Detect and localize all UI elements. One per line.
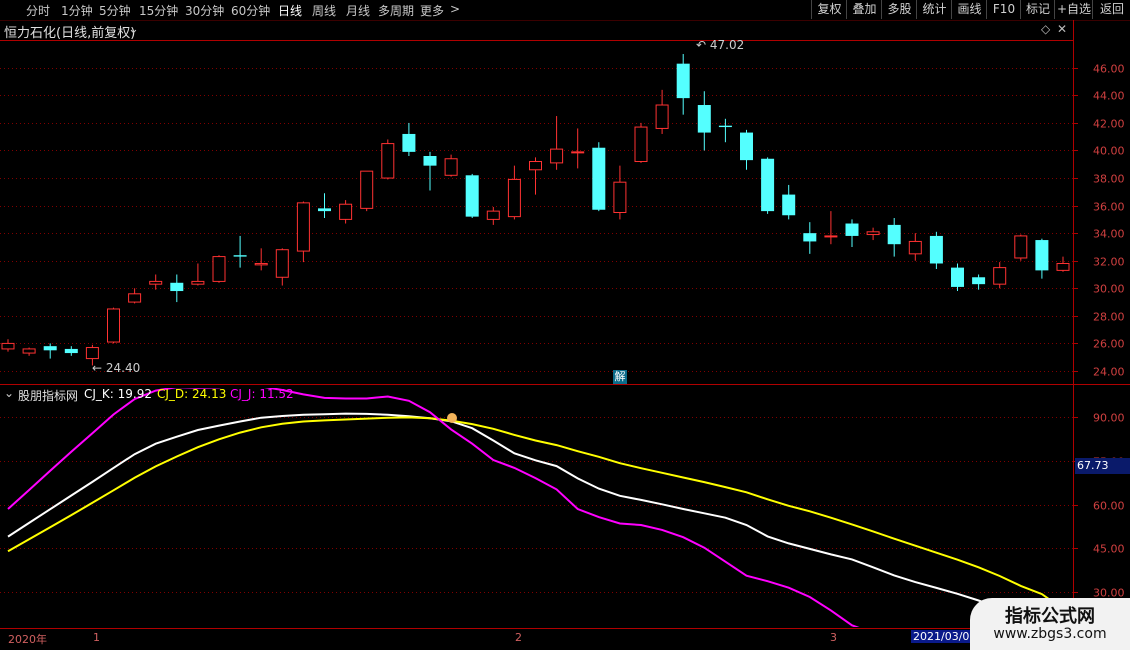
price-tick-label: 30.00 [1093,283,1125,296]
price-tick-label: 40.00 [1093,145,1125,158]
candle-body [22,348,36,354]
candle-body [571,151,585,154]
indicator-tick-label: 90.00 [1093,412,1125,425]
candle-body [149,280,163,285]
diamond-icon[interactable]: ◇ [1041,22,1050,36]
date-month-label: 3 [830,631,837,644]
candle-body [824,235,838,238]
indicator-d-value: CJ_D: 24.13 [157,387,227,401]
candle-body [1035,240,1049,271]
candle-body [212,256,226,282]
candle-body [908,240,922,255]
candle-body [993,267,1007,285]
candle-body [613,181,627,213]
candle-body [465,175,479,217]
candle-body [676,63,690,99]
candle-body [929,235,943,264]
candle-body [1,342,15,350]
candle-body [529,161,542,171]
candle-body [972,277,986,285]
price-tick-label: 26.00 [1093,338,1125,351]
indicator-j-value: CJ_J: 11.52 [230,387,294,401]
price-tick-label: 32.00 [1093,256,1125,269]
indicator-tick-label: 45.00 [1093,543,1125,556]
watermark: 指标公式网 www.zbgs3.com [970,598,1130,650]
j-line [7,388,860,627]
candle-body [381,143,395,179]
stock-chart[interactable]: 24.00 26.00 28.00 30.00 32.00 34.00 36.00 38.00… [0,0,1130,650]
candle-body [782,194,796,216]
candle-body [296,202,310,252]
close-icon[interactable]: ✕ [1057,22,1067,36]
high-price-value: 47.02 [709,38,745,52]
low-price-annotation: ← 24.40 [92,361,141,375]
d-line [7,416,1064,610]
date-year-label: 2020年 [8,633,47,646]
price-tick-label: 42.00 [1093,118,1125,131]
chevron-down-icon[interactable]: ⌄ [128,22,139,37]
k-line [7,412,1064,623]
high-price-annotation: ↶ 47.02 [696,38,745,52]
price-tick-label: 38.00 [1093,173,1125,186]
candle-body [318,208,331,212]
candle-body [85,347,99,360]
indicator-name: 股朋指标网 [18,389,79,403]
candle-body [444,158,458,176]
candle-body [254,262,268,266]
cursor-date-tag: 2021/03/05 [911,630,979,643]
candle-body [803,233,817,242]
candle-body [360,170,374,209]
candle-body [761,158,775,212]
watermark-url: www.zbgs3.com [993,626,1107,642]
candle-body [64,348,78,354]
candle-body [423,156,437,166]
price-tick-label: 44.00 [1093,90,1125,103]
chevron-down-icon[interactable]: ⌄ [4,386,14,400]
candle-body [191,280,205,285]
candle-body [339,203,353,220]
chart-title: 恒力石化(日线,前复权) [4,26,136,41]
price-tick-label: 36.00 [1093,201,1125,214]
candle-body [170,282,184,292]
candle-body [43,346,57,351]
candle-body [107,308,120,343]
candle-body [887,224,901,245]
date-month-label: 2 [515,631,522,644]
candle-body [402,133,416,152]
crossover-marker [447,413,457,423]
price-tick-label: 34.00 [1093,228,1125,241]
candle-body [697,105,711,133]
candle-body [486,210,500,220]
candle-body [507,178,521,218]
jie-badge[interactable]: 解 [613,370,627,384]
price-tick-label: 24.00 [1093,366,1125,379]
candle-body [740,132,753,161]
candle-body [951,267,964,287]
candle-body [233,255,247,257]
candle-body [275,249,289,278]
candle-body [655,104,669,129]
date-month-label: 1 [93,631,100,644]
candle-body [550,148,564,164]
price-tick-label: 46.00 [1093,63,1125,76]
candle-body [128,293,142,303]
candle-body [845,223,859,236]
candle-body [592,147,606,210]
low-price-value: 24.40 [105,361,141,375]
price-tick-label: 28.00 [1093,311,1125,324]
indicator-k-value: CJ_K: 19.92 [84,387,152,401]
candle-body [866,231,880,236]
candle-body [634,126,648,163]
current-value-tag: 67.73 [1075,458,1130,474]
watermark-title: 指标公式网 [1005,606,1095,627]
candle-body [1014,235,1028,259]
indicator-tick-label: 60.00 [1093,500,1125,513]
candle-body [1056,262,1070,271]
candle-body [718,125,732,128]
